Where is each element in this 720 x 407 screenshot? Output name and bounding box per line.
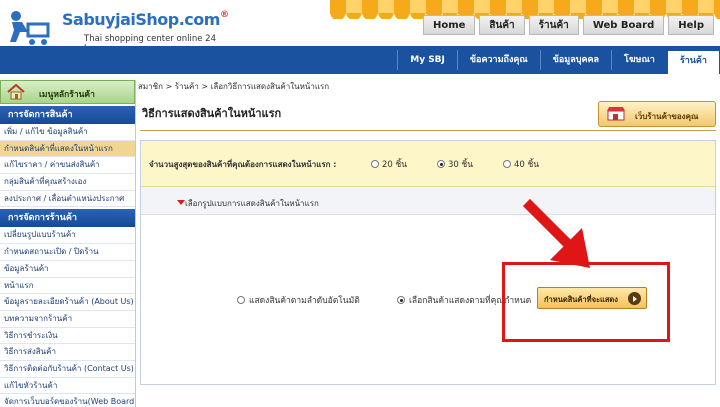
sidebar: เมนูหลักร้านค้า การจัดการสินค้า เพิ่ม / … [0,80,136,407]
nav-home[interactable]: Home [422,15,476,35]
nav-web-board[interactable]: Web Board [582,15,665,35]
max-option-30-label: 30 ชิ้น [448,160,474,170]
sidebar-item-shop-header[interactable]: แก้ไขหัวร้านค้า [0,378,135,395]
sidebar-item-shop-info[interactable]: ข้อมูลร้านค้า [0,261,135,278]
subnav-my-sbj[interactable]: My SBJ [397,50,457,70]
main-content: สมาชิก > ร้านค้า > เลือกวิธีการแสดงสินค้… [138,74,720,407]
sidebar-item-homepage[interactable]: หน้าแรก [0,278,135,295]
sidebar-section-shop: การจัดการร้านค้า [0,209,135,228]
sidebar-item-articles[interactable]: บทความจากร้านค้า [0,311,135,328]
sidebar-item-shipping[interactable]: วิธีการส่งสินค้า [0,344,135,361]
radio-40[interactable] [503,160,511,168]
house-icon [7,84,25,100]
radio-auto[interactable] [237,296,245,304]
highlight-box-annotation [502,262,670,342]
subnav-ads[interactable]: โฆษณา [611,50,667,70]
view-shop-button[interactable]: เว็บร้านค้าของคุณ [598,101,716,127]
display-auto-option[interactable]: แสดงสินค้าตามลำดับอัตโนมัติ [237,293,360,307]
sidebar-item-open-close[interactable]: กำหนดสถานะเปิด / ปิดร้าน [0,244,135,261]
sidebar-home[interactable]: เมนูหลักร้านค้า [0,80,135,104]
shopper-logo-icon [10,11,50,45]
sidebar-item-contact-us[interactable]: วิธีการติดต่อกับร้านค้า (Contact Us) [0,361,135,378]
subnav-profile[interactable]: ข้อมูลบุคคล [539,50,611,70]
max-items-question: จำนวนสูงสุดของสินค้าที่คุณต้องการแสดงในห… [149,160,337,169]
breadcrumb[interactable]: สมาชิก > ร้านค้า > เลือกวิธีการแสดงสินค้… [138,80,329,93]
sidebar-home-label: เมนูหลักร้านค้า [39,90,95,100]
subnav-messages[interactable]: ข้อความถึงคุณ [456,50,540,70]
title-divider [140,130,716,131]
nav-shops[interactable]: ร้านค้า [528,15,579,35]
display-mode-label: เลือกรูปแบบการแสดงสินค้าในหน้าแรก [185,199,319,208]
display-mode-section[interactable]: เลือกรูปแบบการแสดงสินค้าในหน้าแรก [141,187,715,215]
registered-mark: ® [219,10,229,20]
storefront-icon [607,107,625,121]
awning-decoration [330,0,720,19]
page-title: วิธีการแสดงสินค้าในหน้าแรก [142,107,282,120]
sidebar-item-product-groups[interactable]: กลุ่มสินค้าที่คุณสร้างเอง [0,174,135,191]
top-nav: Home สินค้า ร้านค้า Web Board Help [422,15,714,35]
max-option-20-label: 20 ชิ้น [382,160,408,170]
max-items-row: จำนวนสูงสุดของสินค้าที่คุณต้องการแสดงในห… [141,141,715,187]
nav-products[interactable]: สินค้า [479,15,525,35]
sidebar-item-shop-theme[interactable]: เปลี่ยนรูปแบบร้านค้า [0,227,135,245]
radio-30[interactable] [437,160,445,168]
sub-nav: My SBJ ข้อความถึงคุณ ข้อมูลบุคคล โฆษณา ร… [0,50,720,74]
max-option-40-label: 40 ชิ้น [514,160,540,170]
site-logo[interactable]: SabuyjaiShop.com® Thai shopping center o… [6,4,229,54]
sidebar-item-about-us[interactable]: ข้อมูลรายละเอียดร้านค้า (About Us) [0,294,135,311]
max-option-40[interactable]: 40 ชิ้น [503,157,539,171]
caret-down-icon [177,200,185,205]
sidebar-item-edit-products[interactable]: เพิ่ม / แก้ไข ข้อมูลสินค้า [0,124,135,141]
max-option-20[interactable]: 20 ชิ้น [371,157,407,171]
sidebar-item-payment[interactable]: วิธีการชำระเงิน [0,328,135,345]
radio-custom[interactable] [397,296,405,304]
sidebar-item-announcements[interactable]: ลงประกาศ / เลื่อนตำแหน่งประกาศ [0,191,135,208]
radio-20[interactable] [371,160,379,168]
sidebar-item-web-board[interactable]: จัดการเว็บบอร์ดของร้าน(Web Board) [0,394,135,407]
view-shop-label: เว็บร้านค้าของคุณ [635,112,699,121]
display-auto-label: แสดงสินค้าตามลำดับอัตโนมัติ [249,296,360,306]
max-option-30[interactable]: 30 ชิ้น [437,157,473,171]
logo-text: SabuyjaiShop.com® [62,10,229,29]
nav-help[interactable]: Help [668,15,714,35]
sidebar-section-products: การจัดการสินค้า [0,106,135,124]
sidebar-item-frontpage-products[interactable]: กำหนดสินค้าที่แสดงในหน้าแรก [0,140,135,158]
sidebar-item-price-shipping[interactable]: แก้ไขราคา / ค่าขนส่งสินค้า [0,157,135,175]
subnav-shop[interactable]: ร้านค้า [666,50,720,74]
